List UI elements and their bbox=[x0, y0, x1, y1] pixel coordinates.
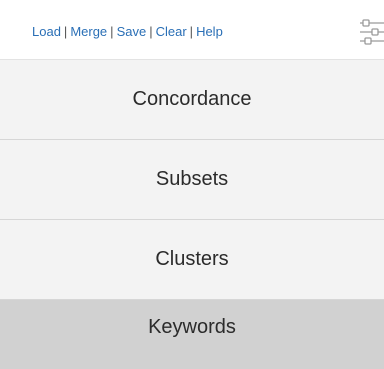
file-actions: Load | Merge | Save | Clear | Help bbox=[32, 23, 223, 41]
clear-link[interactable]: Clear bbox=[156, 24, 187, 39]
sliders-icon[interactable] bbox=[360, 18, 384, 46]
menu-item-label: Concordance bbox=[132, 88, 252, 110]
save-link[interactable]: Save bbox=[117, 24, 147, 39]
menu-item-clusters[interactable]: Clusters bbox=[0, 220, 384, 300]
menu-item-label: Clusters bbox=[155, 248, 229, 270]
menu-item-concordance[interactable]: Concordance bbox=[0, 60, 384, 140]
menu-item-label: Subsets bbox=[155, 168, 229, 190]
separator: | bbox=[63, 24, 68, 39]
merge-link[interactable]: Merge bbox=[70, 24, 107, 39]
sliders-icon-graphic bbox=[360, 19, 384, 45]
load-link[interactable]: Load bbox=[32, 24, 61, 39]
toolbar: Load | Merge | Save | Clear | Help bbox=[0, 0, 384, 60]
separator: | bbox=[110, 24, 114, 39]
help-link[interactable]: Help bbox=[196, 24, 223, 39]
separator: | bbox=[189, 24, 194, 39]
menu-item-subsets[interactable]: Subsets bbox=[0, 140, 384, 220]
menu-item-keywords[interactable]: Keywords bbox=[0, 300, 384, 369]
menu-item-label: Keywords bbox=[148, 316, 236, 338]
separator: | bbox=[149, 24, 153, 39]
